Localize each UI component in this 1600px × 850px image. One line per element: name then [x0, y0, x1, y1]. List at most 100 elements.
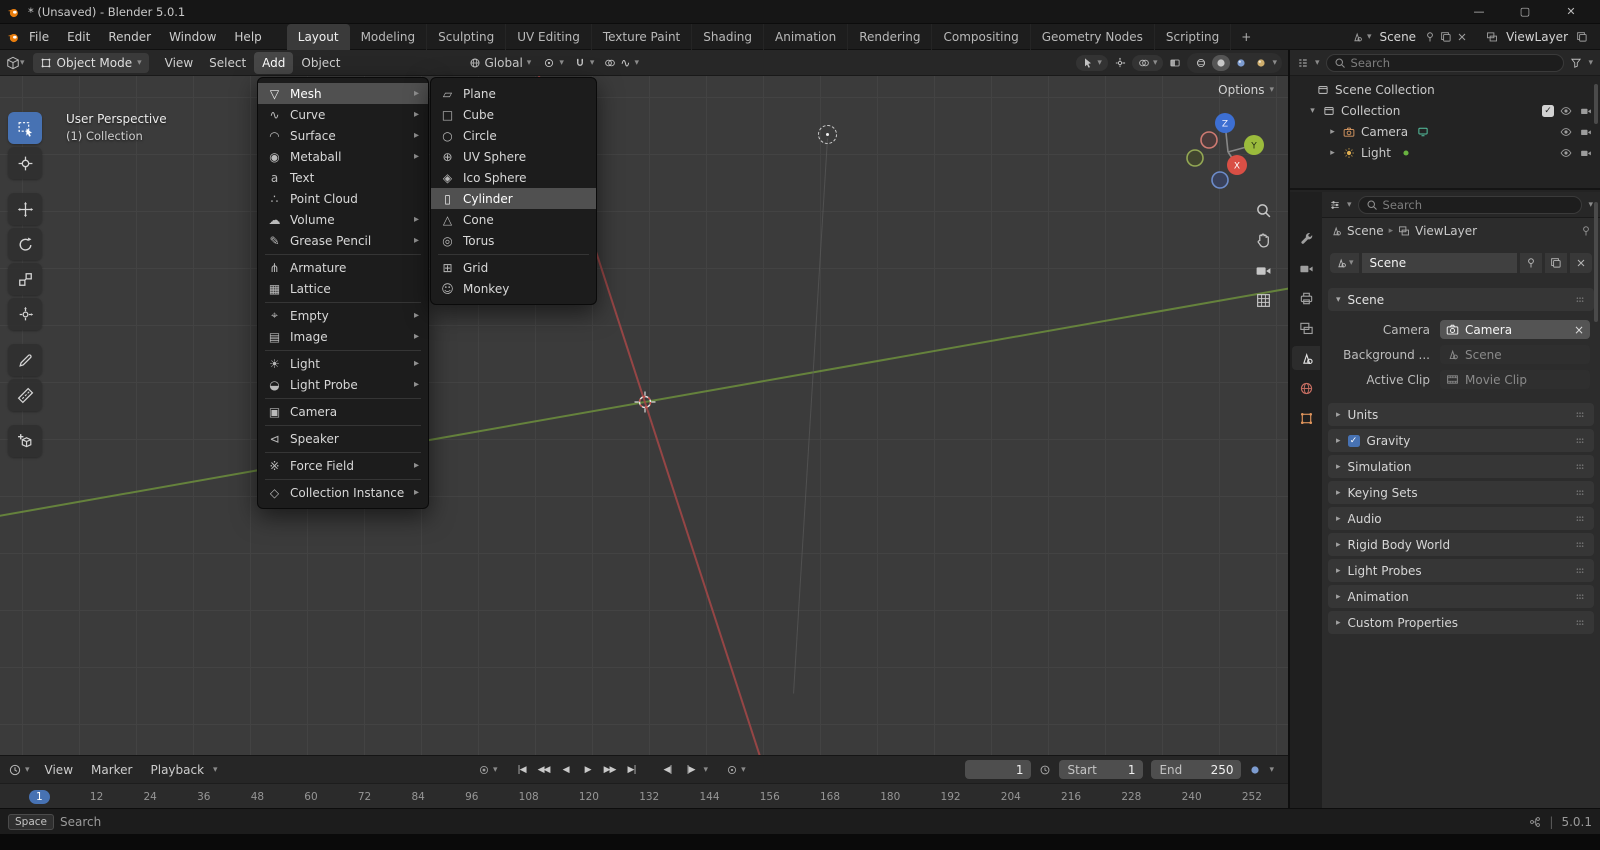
- outliner-scrollbar[interactable]: [1594, 84, 1598, 124]
- workspace-tab[interactable]: Sculpting: [427, 23, 507, 50]
- topbar-menu[interactable]: File: [20, 24, 58, 50]
- add-menu-item[interactable]: ▦ Lattice ▸: [258, 278, 428, 299]
- properties-search[interactable]: [1357, 195, 1583, 214]
- proportional-editing-controls[interactable]: ∿ ▾: [604, 56, 639, 70]
- disable-in-renders-camera-icon[interactable]: [1580, 105, 1592, 117]
- expander-icon[interactable]: ▸: [1326, 148, 1339, 158]
- workspace-tab[interactable]: Rendering: [848, 23, 933, 50]
- chevron-down-icon[interactable]: ▾: [1272, 58, 1277, 68]
- step-back-frame-button[interactable]: ◀|: [658, 760, 678, 779]
- outliner-row[interactable]: ▸ Camera ✓: [1290, 121, 1600, 142]
- transform-tool[interactable]: [8, 298, 42, 330]
- orientation-selector[interactable]: Global ▾: [469, 56, 531, 70]
- breadcrumb-scene[interactable]: Scene: [1347, 224, 1384, 238]
- timeline-menu[interactable]: View: [36, 757, 82, 783]
- minimize-button[interactable]: —: [1456, 0, 1502, 24]
- chevron-down-icon[interactable]: ▾: [1588, 58, 1593, 68]
- expander-icon[interactable]: ▸: [1326, 127, 1339, 137]
- scene-panel-header[interactable]: ▾ Scene: [1328, 288, 1594, 311]
- viewport-menu[interactable]: View: [157, 52, 201, 74]
- chevron-down-icon[interactable]: ▾: [1588, 200, 1593, 210]
- add-menu-item[interactable]: ◒ Light Probe ▸: [258, 374, 428, 395]
- shading-material-button[interactable]: [1232, 55, 1250, 71]
- frame-number[interactable]: 228: [1121, 791, 1141, 803]
- frame-number[interactable]: 108: [519, 791, 539, 803]
- mesh-menu-item[interactable]: □ Cube: [431, 104, 596, 125]
- show-gizmo-icon[interactable]: [1114, 57, 1126, 69]
- tab-output[interactable]: [1292, 286, 1320, 310]
- grip-icon[interactable]: [1574, 539, 1586, 551]
- shading-wireframe-button[interactable]: [1192, 55, 1210, 71]
- outliner-search[interactable]: [1325, 53, 1565, 72]
- hide-in-viewport-eye-icon[interactable]: [1560, 105, 1572, 117]
- chevron-down-icon[interactable]: ▾: [1269, 765, 1274, 775]
- frame-number[interactable]: 168: [820, 791, 840, 803]
- 3d-viewport[interactable]: User Perspective (1) Collection Options …: [0, 76, 1288, 755]
- frame-end-field[interactable]: End 250: [1151, 760, 1242, 779]
- proportional-editing-icon[interactable]: [604, 57, 616, 69]
- disable-in-renders-camera-icon[interactable]: [1580, 147, 1592, 159]
- properties-section[interactable]: ▸ ✓ Gravity: [1328, 429, 1594, 452]
- viewport-menu[interactable]: Select: [201, 52, 254, 74]
- close-button[interactable]: ✕: [1548, 0, 1594, 24]
- move-tool[interactable]: [8, 193, 42, 225]
- add-menu-item[interactable]: ∴ Point Cloud ▸: [258, 188, 428, 209]
- blender-menu-icon[interactable]: [6, 30, 20, 44]
- mesh-menu-item[interactable]: △ Cone: [431, 209, 596, 230]
- auto-keying-record-icon[interactable]: [478, 764, 490, 776]
- pin-icon[interactable]: [1424, 31, 1436, 43]
- topbar-menu[interactable]: Help: [225, 24, 270, 50]
- chevron-down-icon[interactable]: ▾: [1347, 200, 1352, 210]
- keying-set-icon[interactable]: [726, 764, 738, 776]
- cursor-tool[interactable]: [8, 147, 42, 179]
- breadcrumb-viewlayer[interactable]: ViewLayer: [1415, 224, 1477, 238]
- axis-negative-x-ball[interactable]: [1200, 131, 1218, 149]
- playback-sync-icon[interactable]: [1249, 764, 1261, 776]
- shading-rendered-button[interactable]: [1252, 55, 1270, 71]
- timeline-editor-icon[interactable]: [8, 763, 22, 777]
- current-frame-field[interactable]: 1: [965, 760, 1032, 779]
- snap-controls[interactable]: ▾: [574, 57, 594, 69]
- frame-number[interactable]: 36: [197, 791, 210, 803]
- scene-name[interactable]: Scene: [1379, 30, 1416, 44]
- browse-scene-button[interactable]: ▾: [1330, 253, 1359, 273]
- add-menu-item[interactable]: ◉ Metaball ▸: [258, 146, 428, 167]
- annotate-tool[interactable]: [8, 344, 42, 376]
- properties-section[interactable]: ▸ ✓ Audio: [1328, 507, 1594, 530]
- unlink-button[interactable]: [1570, 253, 1592, 273]
- chevron-down-icon[interactable]: ▾: [1367, 32, 1372, 42]
- properties-scrollbar[interactable]: [1594, 202, 1598, 322]
- workspace-tab[interactable]: Modeling: [350, 23, 428, 50]
- mesh-menu-item[interactable]: ⊞ Grid: [431, 253, 596, 278]
- editor-type-icon[interactable]: [6, 56, 20, 70]
- chevron-down-icon[interactable]: ▾: [213, 765, 218, 775]
- workspace-tab[interactable]: Layout: [286, 23, 350, 50]
- outliner-editor-icon[interactable]: [1297, 57, 1309, 69]
- camera-view-icon[interactable]: [1255, 262, 1272, 279]
- close-icon[interactable]: [1456, 31, 1468, 43]
- frame-number[interactable]: 144: [699, 791, 719, 803]
- timeline-menu[interactable]: Playback: [142, 757, 214, 783]
- grip-icon[interactable]: [1574, 565, 1586, 577]
- mesh-menu-item[interactable]: ☺ Monkey: [431, 278, 596, 299]
- navigation-gizmo[interactable]: Z Y X: [1180, 104, 1276, 200]
- workspace-tab[interactable]: Geometry Nodes: [1031, 23, 1155, 50]
- shading-solid-button[interactable]: [1212, 54, 1231, 71]
- select-box-tool[interactable]: [8, 112, 42, 144]
- viewport-menu[interactable]: Object: [293, 52, 348, 74]
- scene-name-field[interactable]: Scene: [1361, 253, 1517, 273]
- xray-toggle-icon[interactable]: [1169, 57, 1181, 69]
- orthographic-toggle-icon[interactable]: [1255, 292, 1272, 309]
- chevron-down-icon[interactable]: ▾: [1315, 58, 1320, 68]
- properties-section[interactable]: ▸ ✓ Animation: [1328, 585, 1594, 608]
- measure-tool[interactable]: [8, 379, 42, 411]
- outliner-item-label[interactable]: Camera: [1361, 125, 1408, 139]
- add-menu-item[interactable]: ⊲ Speaker ▸: [258, 424, 428, 449]
- collection-checkbox[interactable]: ✓: [1542, 104, 1554, 117]
- viewlayer-icon[interactable]: [1486, 31, 1498, 43]
- frame-number[interactable]: 156: [760, 791, 780, 803]
- properties-section[interactable]: ▸ ✓ Keying Sets: [1328, 481, 1594, 504]
- frame-number[interactable]: 240: [1182, 791, 1202, 803]
- outliner-item-label[interactable]: Light: [1361, 146, 1391, 160]
- show-overlays[interactable]: ▾: [1131, 54, 1164, 71]
